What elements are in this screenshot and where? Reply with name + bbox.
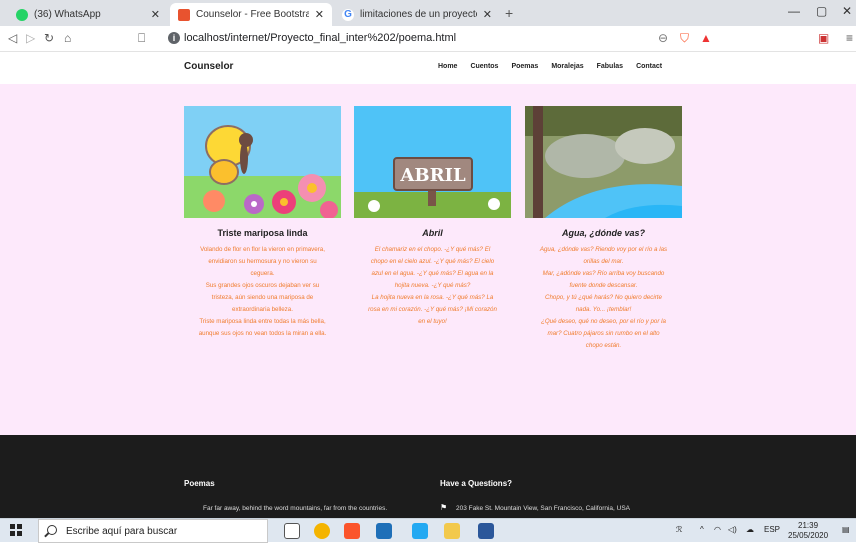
footer-heading-questions: Have a Questions? [440,479,513,488]
poem-title: Agua, ¿dónde vas? [561,228,645,238]
close-icon[interactable]: ✕ [483,8,492,21]
poem-text: Agua, ¿dónde vas? Riendo voy por el río … [539,246,668,349]
app-icon[interactable] [376,523,392,539]
zoom-icon[interactable]: ⊖ [658,31,668,45]
tab-label: (36) WhatsApp [34,9,101,20]
minimize-icon[interactable]: — [788,4,800,18]
tab-google-search[interactable]: G limitaciones de un proyecto - Busc ✕ [334,3,500,26]
vscode-icon[interactable] [412,523,428,539]
info-icon[interactable]: i [168,32,180,44]
menu-poemas[interactable]: Poemas [511,63,538,70]
site-navbar: Counselor Home Cuentos Poemas Moralejas … [0,52,856,84]
abril-sign-image: ABRIL [354,106,511,218]
brave-icon[interactable] [344,523,360,539]
windows-taskbar: Escribe aquí para buscar ℛ ^ ◠ ◁) ☁ ESP … [0,518,856,543]
close-icon[interactable]: ✕ [151,8,160,21]
menu-home[interactable]: Home [438,63,457,70]
menu-moralejas[interactable]: Moralejas [551,63,583,70]
tab-whatsapp[interactable]: (36) WhatsApp ✕ [8,3,168,26]
network-icon[interactable]: ◠ [714,525,721,534]
poem-card: Agua, ¿dónde vas? Agua, ¿dónde vas? Rien… [525,106,682,352]
map-marker-icon: ⚑ [440,503,448,512]
site-footer: Poemas Far far away, behind the word mou… [0,435,856,518]
poems-section: Triste mariposa linda Volando de flor en… [0,84,856,435]
window-close-icon[interactable]: ✕ [842,4,852,18]
menu-fabulas[interactable]: Fabulas [597,63,623,70]
language-indicator[interactable]: ESP [764,525,780,534]
clock[interactable]: 21:39 25/05/2020 [788,521,828,541]
back-icon[interactable]: ◁ [8,31,17,45]
sign-text: ABRIL [399,165,466,186]
brave-rewards-icon[interactable]: ▲ [700,31,712,45]
footer-text: Far far away, behind the word mountains,… [203,505,388,512]
search-placeholder: Escribe aquí para buscar [66,526,178,537]
river-image [525,106,682,218]
home-icon[interactable]: ⌂ [64,31,71,45]
butterfly-image [184,106,341,218]
menu-icon[interactable]: ≡ [846,31,853,45]
tab-label: Counselor - Free Bootstrap 4 Temp [196,9,309,20]
menu-cuentos[interactable]: Cuentos [470,63,498,70]
forward-icon[interactable]: ▷ [26,31,35,45]
poem-title: Abril [422,228,443,238]
poem-card: ABRIL Abril El chamariz en el chopo. -¿Y… [354,106,511,328]
main-menu: Home Cuentos Poemas Moralejas Fabulas Co… [438,63,675,70]
notifications-icon[interactable]: ▤ [842,525,850,534]
google-icon: G [342,8,354,21]
footer-address: 203 Fake St. Mountain View, San Francisc… [456,505,631,512]
whatsapp-icon [16,8,28,21]
pdf-extension-icon[interactable]: ▣ [818,31,829,45]
search-icon [47,525,57,535]
brave-shield-icon[interactable]: ⛉ [680,31,689,46]
site-favicon-icon [178,8,190,21]
maximize-icon[interactable]: ▢ [816,4,827,18]
people-icon[interactable]: ℛ [676,525,682,534]
poem-text: Volando de flor en flor la vieron en pri… [198,246,327,337]
site-brand[interactable]: Counselor [184,61,233,72]
menu-contact[interactable]: Contact [636,63,662,70]
address-bar: ◁ ▷ ↻ ⌂ ⎕ i localhost/internet/Proyecto_… [0,26,856,52]
poem-title: Triste mariposa linda [217,228,308,238]
file-explorer-icon[interactable] [444,523,460,539]
browser-tabbar: (36) WhatsApp ✕ Counselor - Free Bootstr… [0,0,856,26]
bookmark-icon[interactable]: ⎕ [138,31,145,46]
onedrive-icon[interactable]: ☁ [746,525,754,534]
footer-heading-poemas: Poemas [184,479,215,488]
url-field[interactable]: localhost/internet/Proyecto_final_inter%… [184,32,456,44]
task-view-icon[interactable] [284,523,300,539]
volume-icon[interactable]: ◁) [728,525,737,534]
taskbar-search[interactable]: Escribe aquí para buscar [38,519,268,543]
tray-chevron-icon[interactable]: ^ [700,525,704,534]
tab-label: limitaciones de un proyecto - Busc [360,9,477,20]
tab-counselor[interactable]: Counselor - Free Bootstrap 4 Temp ✕ [170,3,332,26]
chrome-icon[interactable] [314,523,330,539]
windows-start-icon[interactable] [10,524,22,536]
poem-card: Triste mariposa linda Volando de flor en… [184,106,341,340]
reload-icon[interactable]: ↻ [44,31,54,45]
word-icon[interactable] [478,523,494,539]
new-tab-icon[interactable]: + [505,5,513,21]
poem-text: El chamariz en el chopo. -¿Y qué más? El… [368,246,497,325]
close-icon[interactable]: ✕ [315,8,324,21]
